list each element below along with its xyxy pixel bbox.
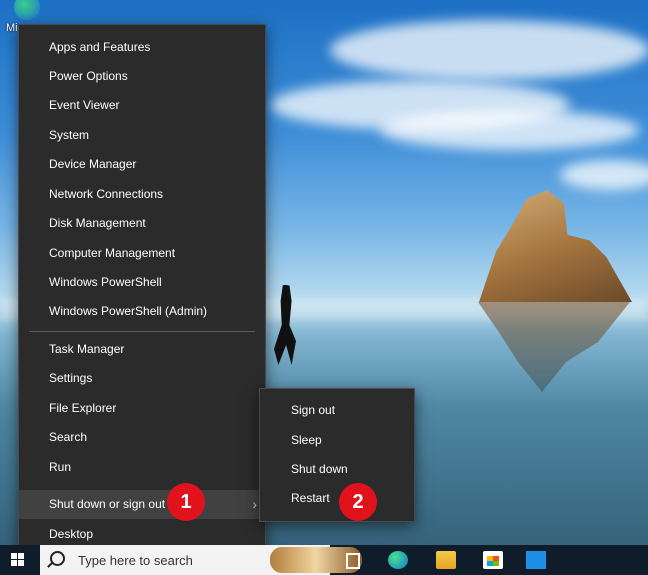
- menu-item-search[interactable]: Search: [19, 423, 265, 452]
- search-icon: [50, 551, 65, 566]
- menu-item-shut-down-or-sign-out[interactable]: Shut down or sign out ›: [19, 490, 265, 519]
- chevron-right-icon: ›: [252, 496, 257, 512]
- search-placeholder: Type here to search: [78, 553, 193, 568]
- menu-separator: [29, 331, 255, 332]
- taskbar: Type here to search: [0, 545, 648, 575]
- store-icon[interactable]: [483, 551, 503, 569]
- menu-item-file-explorer[interactable]: File Explorer: [19, 394, 265, 423]
- edge-icon[interactable]: [388, 551, 408, 569]
- submenu-item-restart[interactable]: Restart: [260, 484, 414, 513]
- annotation-badge-2: 2: [339, 483, 377, 521]
- menu-item-apps-and-features[interactable]: Apps and Features: [19, 33, 265, 62]
- desktop-shortcut-label: Mi: [6, 22, 18, 34]
- windows-start-icon[interactable]: [0, 545, 36, 575]
- file-explorer-icon[interactable]: [436, 551, 456, 569]
- menu-item-power-options[interactable]: Power Options: [19, 62, 265, 91]
- submenu-item-sign-out[interactable]: Sign out: [260, 396, 414, 425]
- menu-item-windows-powershell-admin[interactable]: Windows PowerShell (Admin): [19, 297, 265, 326]
- submenu-item-sleep[interactable]: Sleep: [260, 426, 414, 455]
- taskbar-search-box[interactable]: Type here to search: [40, 545, 362, 575]
- runner-silhouette: [274, 285, 296, 365]
- winx-context-menu: Apps and Features Power Options Event Vi…: [18, 24, 266, 554]
- menu-item-system[interactable]: System: [19, 121, 265, 150]
- menu-item-device-manager[interactable]: Device Manager: [19, 150, 265, 179]
- annotation-badge-1: 1: [167, 483, 205, 521]
- menu-item-disk-management[interactable]: Disk Management: [19, 209, 265, 238]
- menu-item-computer-management[interactable]: Computer Management: [19, 239, 265, 268]
- task-view-icon[interactable]: [346, 553, 360, 569]
- mail-icon[interactable]: [526, 551, 546, 569]
- menu-item-run[interactable]: Run: [19, 453, 265, 482]
- rock-formation: [479, 190, 632, 302]
- menu-item-windows-powershell[interactable]: Windows PowerShell: [19, 268, 265, 297]
- menu-item-settings[interactable]: Settings: [19, 364, 265, 393]
- shutdown-submenu: Sign out Sleep Shut down Restart: [259, 388, 415, 522]
- menu-item-task-manager[interactable]: Task Manager: [19, 335, 265, 364]
- menu-item-event-viewer[interactable]: Event Viewer: [19, 91, 265, 120]
- submenu-item-shut-down[interactable]: Shut down: [260, 455, 414, 484]
- menu-item-network-connections[interactable]: Network Connections: [19, 180, 265, 209]
